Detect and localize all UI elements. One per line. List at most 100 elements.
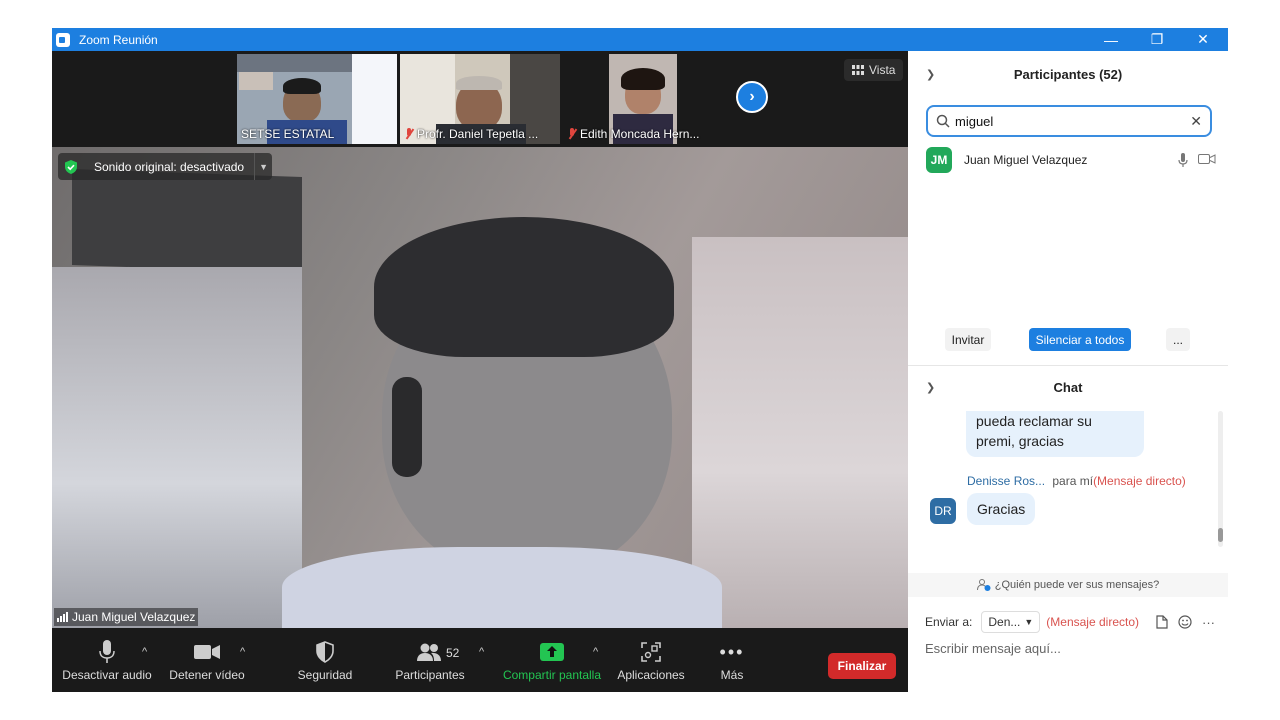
chat-more-icon[interactable]: ··· [1202, 615, 1215, 630]
muted-mic-icon [404, 128, 414, 140]
send-to-select[interactable]: Den... ▼ [981, 611, 1041, 633]
muted-mic-icon [567, 128, 577, 140]
zoom-logo-icon [56, 32, 70, 47]
close-window-button[interactable]: ✕ [1180, 28, 1226, 51]
minimize-button[interactable]: — [1088, 28, 1134, 51]
video-stage: SETSE ESTATAL Profr. Daniel Tepetla ... … [52, 51, 908, 628]
mute-audio-button[interactable]: Desactivar audio [62, 628, 152, 692]
thumbnail-name: Edith Moncada Hern... [567, 127, 699, 141]
avatar: JM [926, 147, 952, 173]
video-camera-icon [1198, 154, 1216, 164]
window-title: Zoom Reunión [79, 32, 158, 47]
zoom-window: Zoom Reunión — ❐ ✕ SETSE ESTATAL Profr. … [52, 28, 1228, 692]
more-button[interactable]: ••• Más [704, 628, 760, 692]
message-meta: Denisse Ros... para mí(Mensaje directo) [967, 474, 1186, 488]
participants-more-button[interactable]: ... [1166, 328, 1190, 351]
headphone [392, 377, 422, 477]
thumbnail-edith[interactable]: Edith Moncada Hern... [563, 54, 723, 144]
restore-button[interactable]: ❐ [1134, 28, 1180, 51]
stop-video-label: Detener vídeo [169, 668, 245, 682]
thumbnail-strip: SETSE ESTATAL Profr. Daniel Tepetla ... … [52, 51, 908, 147]
signal-icon [57, 612, 68, 622]
send-to-label: Enviar a: [925, 615, 973, 629]
speaker-name: Juan Miguel Velazquez [72, 610, 196, 624]
curtain-left [52, 267, 302, 628]
apps-button[interactable]: Aplicaciones [614, 628, 688, 692]
share-options-caret[interactable]: ^ [593, 646, 598, 658]
chevron-down-icon[interactable]: ▼ [254, 153, 272, 180]
share-screen-icon [540, 643, 564, 661]
more-dots-icon: ••• [719, 641, 745, 662]
thumb-screen [352, 54, 397, 144]
share-screen-label: Compartir pantalla [502, 668, 602, 682]
share-screen-button[interactable]: Compartir pantalla [500, 628, 604, 692]
participant-name: Juan Miguel Velazquez [964, 153, 1088, 167]
view-button[interactable]: Vista [844, 59, 904, 81]
chevron-down-icon: ▼ [1024, 617, 1034, 627]
thumbnail-name: SETSE ESTATAL [241, 127, 335, 141]
more-label: Más [720, 668, 744, 682]
video-options-caret[interactable]: ^ [240, 646, 245, 658]
security-button[interactable]: Seguridad [290, 628, 360, 692]
participants-options-caret[interactable]: ^ [479, 646, 484, 658]
mute-all-button[interactable]: Silenciar a todos [1029, 328, 1131, 351]
stop-video-button[interactable]: Detener vídeo [166, 628, 248, 692]
speaker-name-tag: Juan Miguel Velazquez [54, 608, 199, 626]
thumbnail-daniel[interactable]: Profr. Daniel Tepetla ... [400, 54, 560, 144]
active-speaker-video[interactable]: Sonido original: desactivado ▼ Juan Migu… [52, 147, 908, 628]
shield-icon [58, 153, 84, 180]
end-meeting-button[interactable]: Finalizar [828, 653, 896, 679]
microphone-icon [99, 640, 115, 663]
side-panel: ❯ Participantes (52) ✕ JM Juan Miguel Ve… [908, 51, 1228, 692]
view-button-label: Vista [869, 63, 896, 77]
collapse-chevron-icon[interactable]: ❯ [926, 68, 935, 81]
chat-scrollbar[interactable] [1218, 411, 1223, 547]
person-eye-icon [976, 579, 991, 591]
chevron-right-icon: › [749, 88, 755, 105]
invite-button[interactable]: Invitar [945, 328, 991, 351]
scrollbar-thumb[interactable] [1218, 528, 1223, 542]
person-shirt [282, 547, 722, 628]
message-sender[interactable]: Denisse Ros... [967, 474, 1045, 488]
file-icon[interactable] [1156, 614, 1168, 629]
collapse-chevron-icon[interactable]: ❯ [926, 381, 935, 394]
chat-bubble: pueda reclamar su premi, gracias [966, 411, 1144, 457]
participant-search: ✕ [926, 105, 1212, 137]
who-can-see-link[interactable]: ¿Quién puede ver sus mensajes? [908, 573, 1228, 597]
wall-picture [72, 168, 302, 274]
send-to-value: Den... [988, 615, 1021, 629]
chat-messages: pueda reclamar su premi, gracias Denisse… [908, 411, 1228, 571]
participants-title: Participantes (52) [1013, 66, 1123, 82]
thumb-photo [239, 72, 273, 90]
participants-icon [417, 643, 441, 661]
chat-title: Chat [1053, 379, 1083, 395]
participant-row[interactable]: JM Juan Miguel Velazquez [926, 146, 1216, 174]
chat-message-input[interactable] [925, 638, 1215, 658]
meeting-toolbar: Desactivar audio ^ Detener vídeo ^ Segur… [52, 628, 908, 692]
participants-count-badge: 52 [446, 646, 460, 660]
thumbnail-name: Profr. Daniel Tepetla ... [404, 127, 538, 141]
message-recipient: para mí [1052, 474, 1094, 488]
search-input[interactable] [955, 113, 1175, 129]
search-icon [936, 114, 950, 128]
apps-icon [641, 642, 661, 662]
chat-header: ❯ Chat [908, 367, 1228, 407]
clear-search-icon[interactable]: ✕ [1190, 113, 1202, 130]
direct-message-tag: (Mensaje directo) [1046, 615, 1139, 629]
send-to-row: Enviar a: Den... ▼ (Mensaje directo) ··· [925, 610, 1215, 634]
audio-options-caret[interactable]: ^ [142, 646, 147, 658]
thumbnail-setse[interactable]: SETSE ESTATAL [237, 54, 397, 144]
direct-message-tag: (Mensaje directo) [1093, 474, 1186, 488]
thumb-hair [621, 68, 665, 90]
thumb-hair [283, 78, 321, 94]
chat-bubble: Gracias [967, 493, 1036, 525]
security-label: Seguridad [297, 668, 353, 682]
avatar: DR [930, 498, 956, 524]
participants-actions: Invitar Silenciar a todos ... [908, 328, 1228, 352]
next-page-button[interactable]: › [736, 81, 768, 113]
mute-audio-label: Desactivar audio [62, 668, 152, 682]
participants-header: ❯ Participantes (52) [908, 51, 1228, 97]
emoji-icon[interactable] [1178, 614, 1192, 629]
participants-button[interactable]: Participantes [388, 628, 472, 692]
original-sound-toggle[interactable]: Sonido original: desactivado ▼ [58, 153, 273, 180]
